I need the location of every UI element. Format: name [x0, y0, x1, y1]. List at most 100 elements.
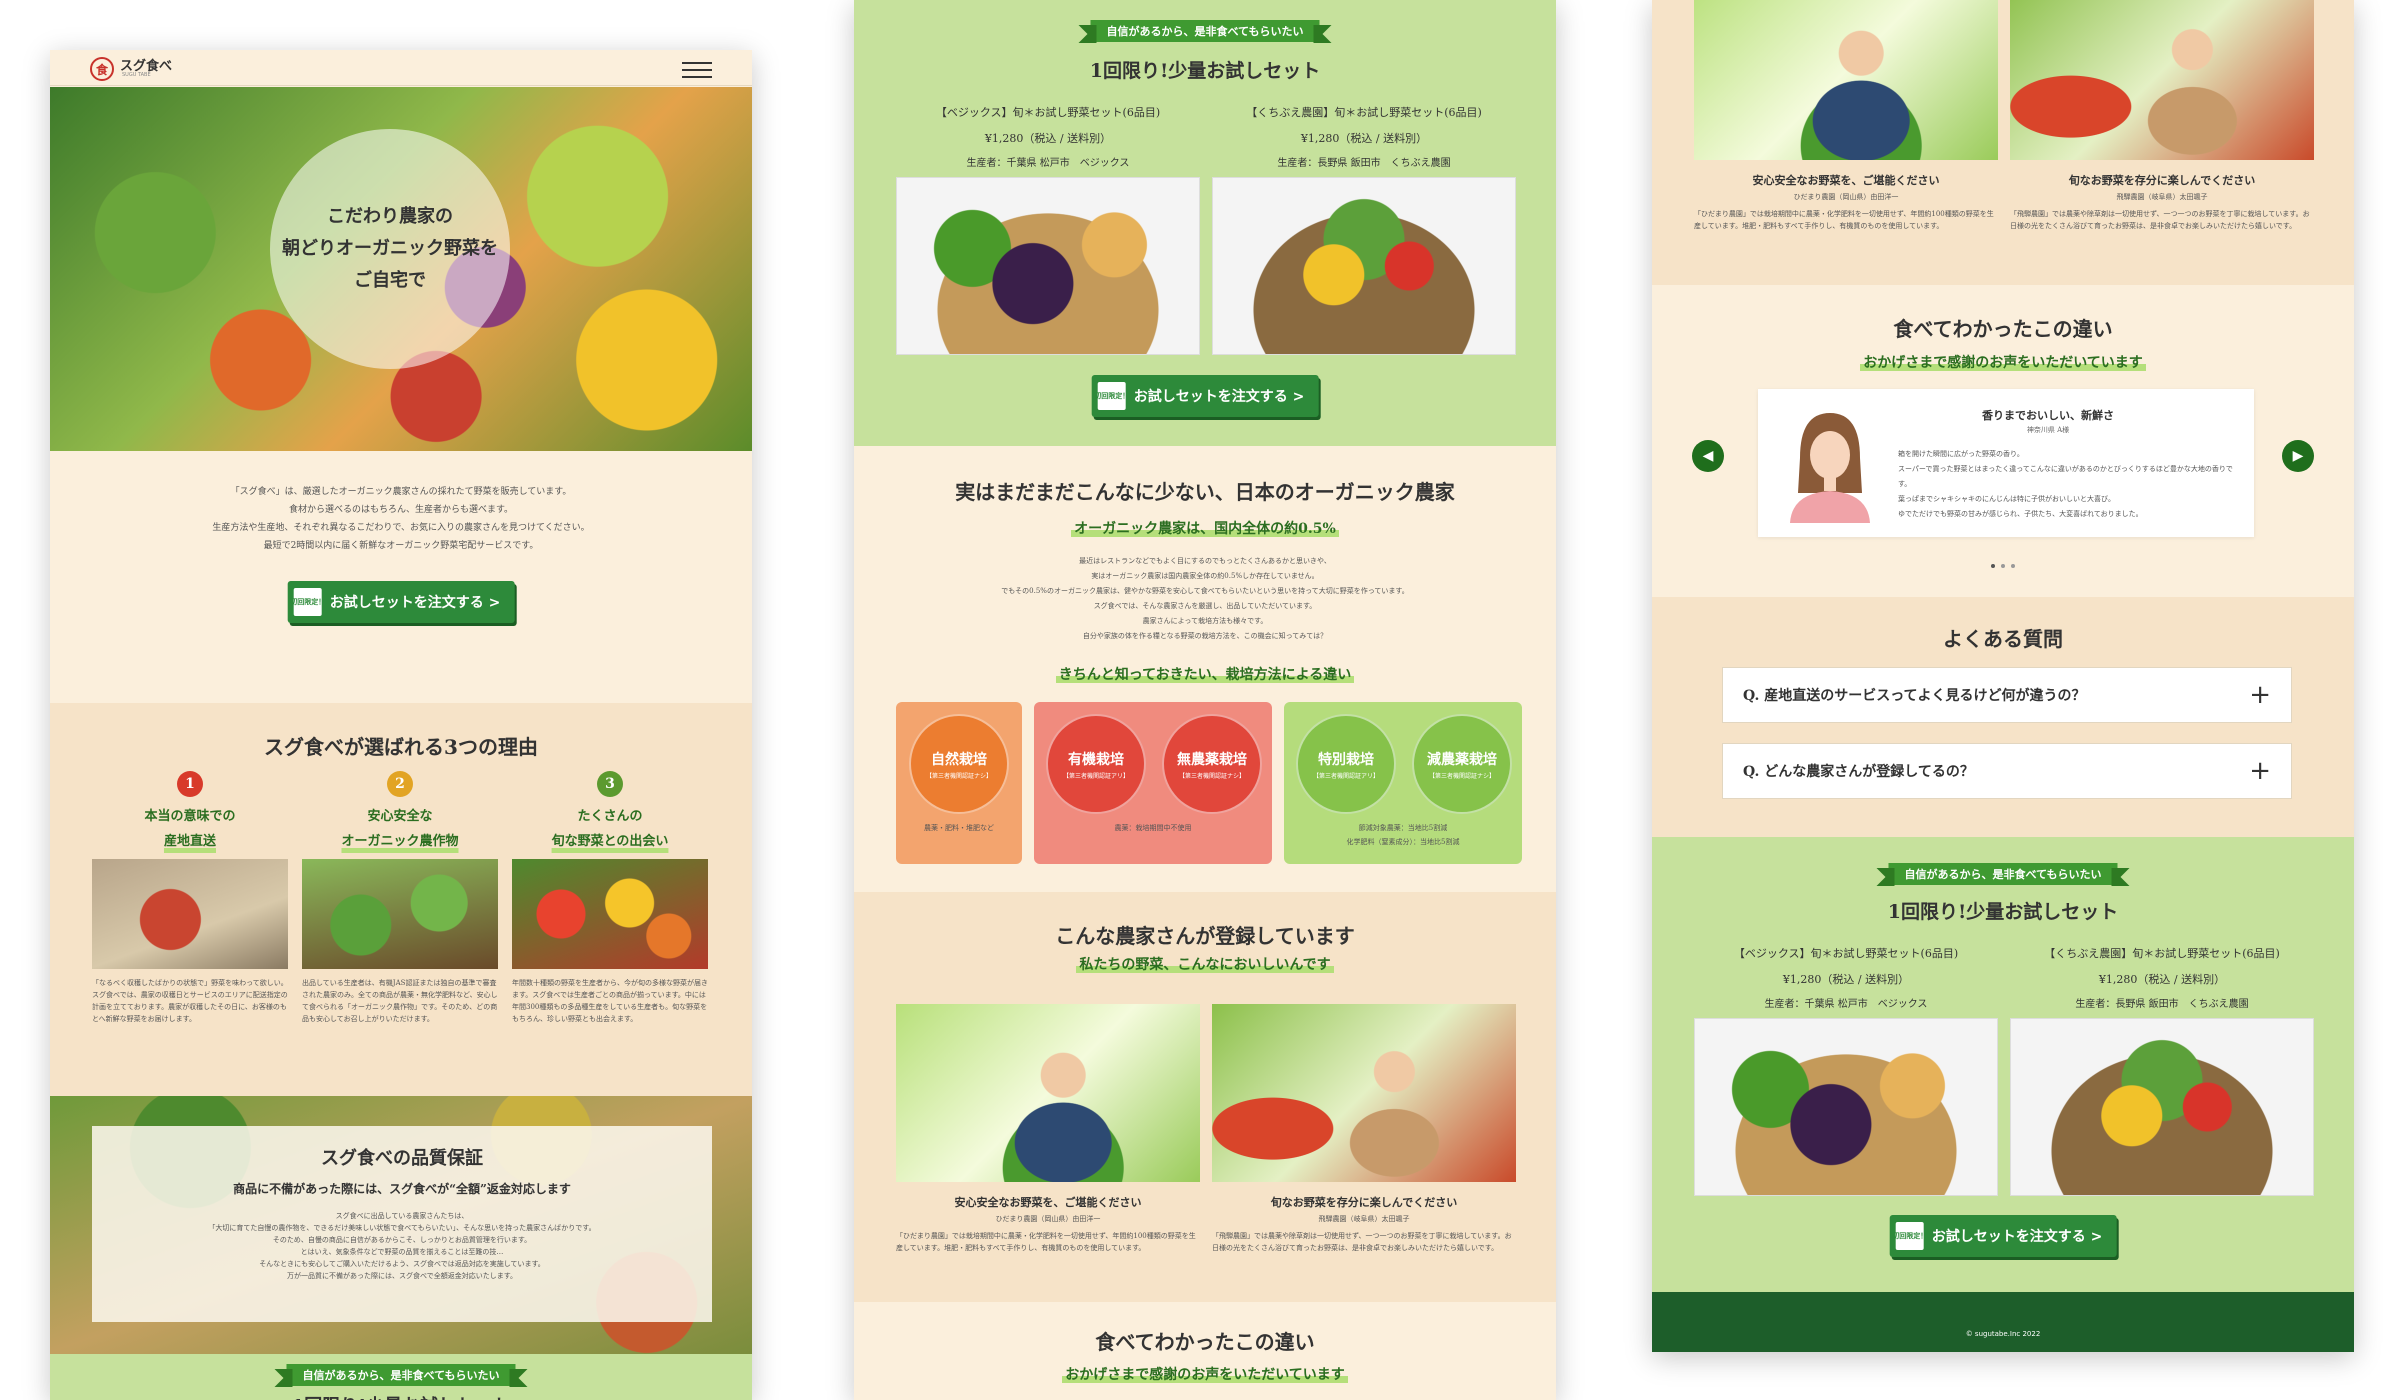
logo-icon[interactable]: 食	[90, 57, 114, 81]
guarantee-title: スグ食べの品質保証	[321, 1148, 483, 1169]
customer-avatar-icon	[1780, 403, 1880, 523]
farmer-catch: 旬なお野菜を存分に楽しんでください	[2068, 174, 2256, 187]
trial-order-button[interactable]: 初回限定！ お試しセットを注文する >	[287, 581, 515, 623]
farmer-catch: 旬なお野菜を存分に楽しんでください	[1270, 1196, 1458, 1209]
text-line: スーパーで買った野菜とはまったく違ってこんなに違いがあるのかとびっくりするほど豊…	[1898, 465, 2233, 488]
button-label: お試しセットを注文する >	[329, 595, 501, 611]
method-note: 農薬・肥料・堆肥など	[924, 824, 994, 832]
trial-title: 1回限り!少量お試しセット	[50, 1392, 752, 1400]
text-line: 葉っぱまでシャキシャキのにんじんは特に子供がおいしいと大喜び。	[1898, 495, 2115, 503]
highlight-text: オーガニック農家は、国内全体の約0.5%	[1071, 521, 1339, 537]
button-label: お試しセットを注文する >	[1931, 1229, 2103, 1245]
text-line: スグ食べに出品している農家さんたちは、	[335, 1212, 469, 1220]
faq-item[interactable]: Q. 産地直送のサービスってよく見るけど何が違うの？ +	[1722, 667, 2292, 723]
trial-order-button[interactable]: 初回限定！ お試しセットを注文する >	[1889, 1215, 2117, 1257]
text-line: とはいえ、気象条件などで野菜の品質を揃えることは至難の技…	[300, 1248, 504, 1256]
method-sub: 【第三者機関認証アリ】	[1312, 772, 1379, 780]
reason-title-line: 産地直送	[163, 834, 216, 849]
plus-icon[interactable]: +	[2249, 680, 2271, 710]
copyright: © sugutabe.Inc 2022	[1965, 1330, 2041, 1338]
testimonial-text: 箱を開けた瞬間に広がった野菜の香り。 スーパーで買った野菜とはまったく違ってこん…	[1898, 447, 2238, 522]
method-group: 自然栽培 【第三者機関認証ナシ】農薬・肥料・堆肥など	[896, 702, 1022, 864]
mobile-page-bottom: 安心安全なお野菜を、ご堪能ください ひだまり農園（岡山県）由田洋一 「ひだまり農園」…	[1652, 0, 2354, 1352]
text-line: そんなときにも安心してご購入いただけるよう、スグ食べでは返品対応を実施しています…	[259, 1260, 545, 1268]
farmer-name: ひだまり農園（岡山県）由田洋一	[995, 1215, 1101, 1223]
trial-ribbon: 自信があるから、是非食べてもらいたい	[1876, 863, 2130, 886]
farmer-card: 安心安全なお野菜を、ご堪能ください ひだまり農園（岡山県）由田洋一 「ひだまり農園」…	[1694, 0, 1998, 256]
trial-item-price: ¥1,280（税込 / 送料別）	[2098, 973, 2226, 986]
carousel-prev-button[interactable]: ◀	[1692, 440, 1724, 472]
organic-section: 実はまだまだこんなに少ない、日本のオーガニック農家 オーガニック農家は、国内全体…	[854, 446, 1556, 892]
farmers-section-bottom: 安心安全なお野菜を、ご堪能ください ひだまり農園（岡山県）由田洋一 「ひだまり農園」…	[1652, 0, 2354, 285]
text-line: 万が一品質に不備があった際には、スグ食べで全額返金対応いたします。	[286, 1272, 518, 1280]
reason-item: 2 安心安全な オーガニック農作物 出品している生産者は、有機JAS認証または独自の基…	[302, 771, 498, 1047]
methods-heading: きちんと知っておきたい、栽培方法による違い	[854, 664, 1556, 684]
section-title: スグ食べが選ばれる3つの理由	[264, 735, 538, 759]
section-title: こんな農家さんが登録しています	[1055, 924, 1355, 948]
method-sub: 【第三者機関認証ナシ】	[1178, 772, 1245, 780]
trial-item-photo	[896, 177, 1200, 355]
trial-item[interactable]: 【ベジックス】旬＊お試し野菜セット(6品目) ¥1,280（税込 / 送料別） 生産…	[1694, 945, 1998, 1196]
guarantee-panel: スグ食べの品質保証 商品に不備があった際には、スグ食べが“全額”返金対応します …	[92, 1126, 712, 1322]
voices-highlight: おかげさまで感謝のお声をいただいています	[1652, 352, 2354, 372]
trial-item[interactable]: 【ベジックス】旬＊お試し野菜セット(6品目) ¥1,280（税込 / 送料別） 生産…	[896, 104, 1200, 355]
trial-item-price: ¥1,280（税込 / 送料別）	[984, 132, 1112, 145]
method-circle: 無農薬栽培【第三者機関認証ナシ】	[1162, 714, 1262, 814]
first-time-tag: 初回限定！	[290, 588, 325, 616]
farmer-catch: 安心安全なお野菜を、ご堪能ください	[1752, 174, 1940, 187]
farmer-card: 旬なお野菜を存分に楽しんでください飛騨農園（岐阜県）太田颯子「飛騨農園」では農薬…	[2010, 0, 2314, 256]
trial-item[interactable]: 【くちぶえ農園】旬＊お試し野菜セット(6品目) ¥1,280（税込 / 送料別） 生…	[1212, 104, 1516, 355]
faq-item[interactable]: Q. どんな農家さんが登録してるの？ +	[1722, 743, 2292, 799]
faq-section: よくある質問 Q. 産地直送のサービスってよく見るけど何が違うの？ + Q. どん…	[1652, 597, 2354, 837]
voices-section-top: 食べてわかったこの違い おかげさまで感謝のお声をいただいています	[854, 1302, 1556, 1400]
intro-line: 食材から選べるのはもちろん、生産者からも選べます。	[288, 505, 514, 515]
text-line: 箱を開けた瞬間に広がった野菜の香り。	[1898, 450, 2024, 458]
reason-number-badge: 3	[597, 771, 623, 797]
hero-line: ご自宅で	[354, 270, 426, 291]
trial-section-top: 自信があるから、是非食べてもらいたい 1回限り!少量お試しセット	[50, 1354, 752, 1400]
method-circle: 自然栽培 【第三者機関認証ナシ】	[909, 714, 1009, 814]
method-circle: 減農薬栽培 【第三者機関認証ナシ】	[1412, 714, 1512, 814]
reason-title-line: オーガニック農作物	[341, 834, 459, 849]
trial-item-producer: 生産者：千葉県 松戸市 ベジックス	[966, 158, 1130, 169]
farmer-photo	[1212, 1004, 1516, 1182]
plus-icon[interactable]: +	[2249, 756, 2271, 786]
faq-question: Q. 産地直送のサービスってよく見るけど何が違うの？	[1743, 688, 2086, 704]
reason-photo	[92, 859, 288, 969]
trial-item[interactable]: 【くちぶえ農園】旬＊お試し野菜セット(6品目) ¥1,280（税込 / 送料別） 生…	[2010, 945, 2314, 1196]
reason-text: 出品している生産者は、有機JAS認証または独自の基準で審査された農家のみ。全ての…	[302, 979, 498, 1023]
highlight-text: 私たちの野菜、こんなにおいしいんです	[1076, 957, 1334, 973]
trial-item-producer: 生産者：長野県 飯田市 くちぶえ農園	[1277, 158, 1451, 169]
carousel-dots[interactable]	[1652, 553, 2354, 572]
voices-section: 食べてわかったこの違い おかげさまで感謝のお声をいただいています ◀ ▶ 香りま…	[1652, 285, 2354, 597]
method-note: 農薬：栽培期間中不使用	[1114, 824, 1192, 832]
method-circle: 特別栽培 【第三者機関認証アリ】	[1296, 714, 1396, 814]
site-header: 食 スグ食べ SUGU TABE	[50, 50, 752, 86]
method-name: 無農薬栽培	[1177, 751, 1247, 768]
method-group: 有機栽培 【第三者機関認証アリ】 無農薬栽培 【第三者機関認証ナシ】 農薬：栽培期間中不…	[1034, 702, 1272, 864]
trial-item-photo	[1694, 1018, 1998, 1196]
trial-title: 1回限り!少量お試しセット	[1089, 60, 1321, 82]
reason-photo	[512, 859, 708, 969]
section-title: 実はまだまだこんなに少ない、日本のオーガニック農家	[955, 480, 1455, 504]
site-footer: © sugutabe.Inc 2022	[1652, 1292, 2354, 1352]
intro-line: 「スグ食べ」は、厳選したオーガニック農家さんの採れたて野菜を販売しています。	[230, 487, 572, 497]
trial-title: 1回限り!少量お試しセット	[1887, 901, 2119, 923]
section-title: 食べてわかったこの違い	[1893, 317, 2113, 341]
reason-photo	[302, 859, 498, 969]
farmer-text: 「飛騨農園」では農薬や除草剤は一切使用せず、一つ一つのお野菜を丁寧に栽培していま…	[2010, 210, 2310, 230]
hamburger-menu-icon[interactable]	[682, 62, 712, 78]
trial-order-button[interactable]: 初回限定！ お試しセットを注文する >	[1091, 375, 1319, 417]
reason-title-line: 本当の意味での	[144, 809, 236, 824]
first-time-tag: 初回限定！	[1094, 382, 1129, 410]
farmer-photo	[2010, 0, 2314, 160]
farmer-catch: 安心安全なお野菜を、ご堪能ください	[954, 1196, 1142, 1209]
carousel-next-button[interactable]: ▶	[2282, 440, 2314, 472]
farmer-name: 飛騨農園（岐阜県）太田颯子	[2116, 193, 2208, 201]
text-line: 農家さんによって栽培方法も様々です。	[1142, 617, 1268, 625]
reason-item: 3 たくさんの 旬な野菜との出会い 年間数十種類の野菜を生産者から、今が旬の多様な野菜…	[512, 771, 708, 1047]
hero-image: こだわり農家の 朝どりオーガニック野菜を ご自宅で	[50, 87, 752, 451]
organic-text: 最近はレストランなどでもよく目にするのでもっとたくさんあるかと思いきや、 実はオ…	[854, 554, 1556, 644]
trial-item-photo	[2010, 1018, 2314, 1196]
method-sub: 【第三者機関認証ナシ】	[925, 772, 992, 780]
